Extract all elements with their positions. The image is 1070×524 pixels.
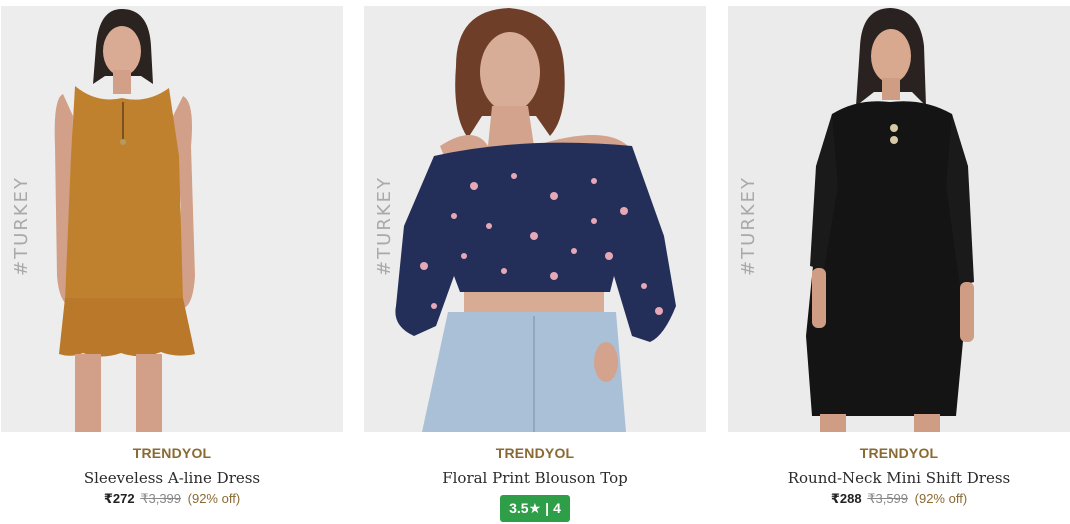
- product-image[interactable]: #TURKEY: [1, 6, 343, 432]
- brand-name[interactable]: TRENDYOL: [728, 445, 1070, 461]
- price-row: ₹272 ₹3,399 (92% off): [1, 491, 343, 507]
- rating-badge: 3.5★ | 4: [500, 495, 570, 522]
- price-row: ₹288 ₹3,599 (92% off): [728, 491, 1070, 507]
- discount-label: (92% off): [187, 491, 241, 506]
- brand-name[interactable]: TRENDYOL: [1, 445, 343, 461]
- watermark-text: #TURKEY: [374, 176, 395, 276]
- product-card[interactable]: #TURKEY TRENDYOL Floral Print Blouson To…: [364, 6, 706, 522]
- watermark-text: #TURKEY: [11, 176, 32, 276]
- product-name[interactable]: Round-Neck Mini Shift Dress: [728, 469, 1070, 487]
- product-card[interactable]: #TURKEY TRENDYOL Round-Neck Mini Shift D…: [728, 6, 1070, 507]
- watermark-text: #TURKEY: [738, 176, 759, 276]
- rating-value: 3.5★: [509, 500, 542, 516]
- original-price: ₹3,399: [140, 491, 182, 506]
- product-image[interactable]: #TURKEY: [728, 6, 1070, 432]
- rating-count: 4: [553, 500, 561, 516]
- product-grid: #TURKEY TRENDYOL Sleeveless A-line Dress…: [0, 0, 1070, 524]
- sale-price: ₹272: [103, 491, 135, 506]
- discount-label: (92% off): [914, 491, 968, 506]
- original-price: ₹3,599: [867, 491, 909, 506]
- sale-price: ₹288: [830, 491, 862, 506]
- product-name[interactable]: Floral Print Blouson Top: [364, 469, 706, 487]
- brand-name[interactable]: TRENDYOL: [364, 445, 706, 461]
- product-card[interactable]: #TURKEY TRENDYOL Sleeveless A-line Dress…: [1, 6, 343, 507]
- product-name[interactable]: Sleeveless A-line Dress: [1, 469, 343, 487]
- product-image[interactable]: #TURKEY: [364, 6, 706, 432]
